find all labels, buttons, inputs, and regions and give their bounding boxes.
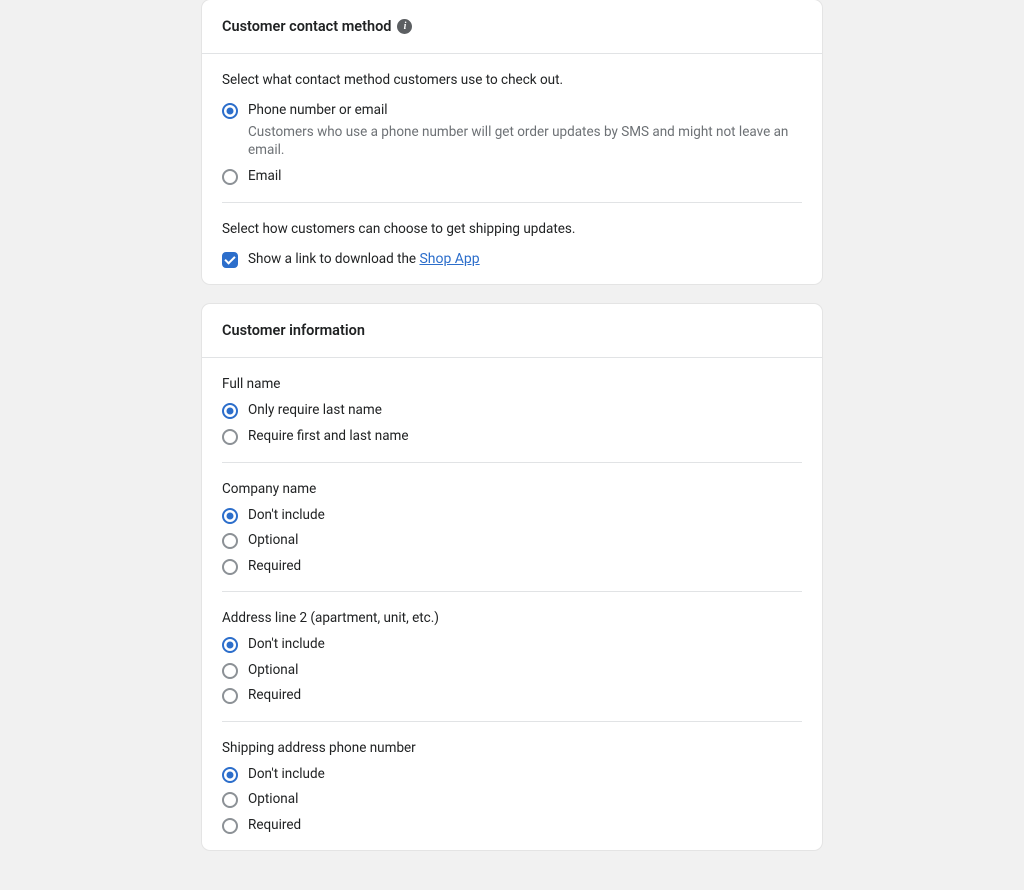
ship-phone-dont-include[interactable]: Don't include xyxy=(222,766,802,784)
shipping-updates-section: Select how customers can choose to get s… xyxy=(202,203,822,285)
field-label: Address line 2 (apartment, unit, etc.) xyxy=(222,610,802,626)
fullname-only-last[interactable]: Only require last name xyxy=(222,402,802,420)
option-label: Don't include xyxy=(248,766,802,784)
address-line-2-group: Address line 2 (apartment, unit, etc.) D… xyxy=(202,592,822,721)
ship-phone-required[interactable]: Required xyxy=(222,817,802,835)
radio-company-required[interactable] xyxy=(222,559,238,575)
section-description: Select how customers can choose to get s… xyxy=(222,221,802,237)
option-content: Phone number or email Customers who use … xyxy=(248,102,802,160)
option-label: Optional xyxy=(248,662,802,680)
option-subtext: Customers who use a phone number will ge… xyxy=(248,123,802,161)
option-label: Don't include xyxy=(248,507,802,525)
option-content: Email xyxy=(248,168,802,186)
section-description: Select what contact method customers use… xyxy=(222,72,802,88)
customer-information-card: Customer information Full name Only requ… xyxy=(202,304,822,850)
shipping-phone-group: Shipping address phone number Don't incl… xyxy=(202,722,822,851)
radio-first-and-last-name[interactable] xyxy=(222,429,238,445)
full-name-group: Full name Only require last name Require… xyxy=(202,358,822,461)
shipping-shop-app-option[interactable]: Show a link to download the Shop App xyxy=(222,251,802,269)
radio-address2-required[interactable] xyxy=(222,688,238,704)
company-name-group: Company name Don't include Optional Requ… xyxy=(202,463,822,592)
option-label: Required xyxy=(248,687,802,705)
option-label-prefix: Show a link to download the xyxy=(248,251,419,267)
option-label: Optional xyxy=(248,791,802,809)
fullname-first-last[interactable]: Require first and last name xyxy=(222,428,802,446)
radio-address2-dont-include[interactable] xyxy=(222,637,238,653)
address2-dont-include[interactable]: Don't include xyxy=(222,636,802,654)
option-label: Phone number or email xyxy=(248,102,802,120)
radio-company-dont-include[interactable] xyxy=(222,508,238,524)
option-label: Required xyxy=(248,558,802,576)
address2-optional[interactable]: Optional xyxy=(222,662,802,680)
card-header: Customer information xyxy=(202,304,822,358)
radio-company-optional[interactable] xyxy=(222,533,238,549)
card-title: Customer contact method xyxy=(222,18,391,35)
option-label: Email xyxy=(248,168,802,186)
option-label: Don't include xyxy=(248,636,802,654)
checkbox-shop-app[interactable] xyxy=(222,252,238,268)
shop-app-link[interactable]: Shop App xyxy=(419,251,479,267)
ship-phone-optional[interactable]: Optional xyxy=(222,791,802,809)
field-label: Company name xyxy=(222,481,802,497)
info-icon[interactable]: i xyxy=(397,19,412,34)
radio-ship-phone-required[interactable] xyxy=(222,818,238,834)
field-label: Full name xyxy=(222,376,802,392)
card-header: Customer contact method i xyxy=(202,0,822,54)
radio-email[interactable] xyxy=(222,169,238,185)
option-label: Require first and last name xyxy=(248,428,802,446)
option-label: Optional xyxy=(248,532,802,550)
radio-only-last-name[interactable] xyxy=(222,403,238,419)
company-required[interactable]: Required xyxy=(222,558,802,576)
company-dont-include[interactable]: Don't include xyxy=(222,507,802,525)
contact-method-section: Select what contact method customers use… xyxy=(202,54,822,202)
option-label: Only require last name xyxy=(248,402,802,420)
radio-ship-phone-optional[interactable] xyxy=(222,792,238,808)
customer-contact-method-card: Customer contact method i Select what co… xyxy=(202,0,822,284)
radio-ship-phone-dont-include[interactable] xyxy=(222,767,238,783)
address2-required[interactable]: Required xyxy=(222,687,802,705)
radio-address2-optional[interactable] xyxy=(222,663,238,679)
company-optional[interactable]: Optional xyxy=(222,532,802,550)
radio-phone-or-email[interactable] xyxy=(222,103,238,119)
card-title: Customer information xyxy=(222,322,365,339)
contact-option-email[interactable]: Email xyxy=(222,168,802,186)
option-label: Required xyxy=(248,817,802,835)
option-content: Show a link to download the Shop App xyxy=(248,251,802,269)
contact-option-phone-or-email[interactable]: Phone number or email Customers who use … xyxy=(222,102,802,160)
field-label: Shipping address phone number xyxy=(222,740,802,756)
